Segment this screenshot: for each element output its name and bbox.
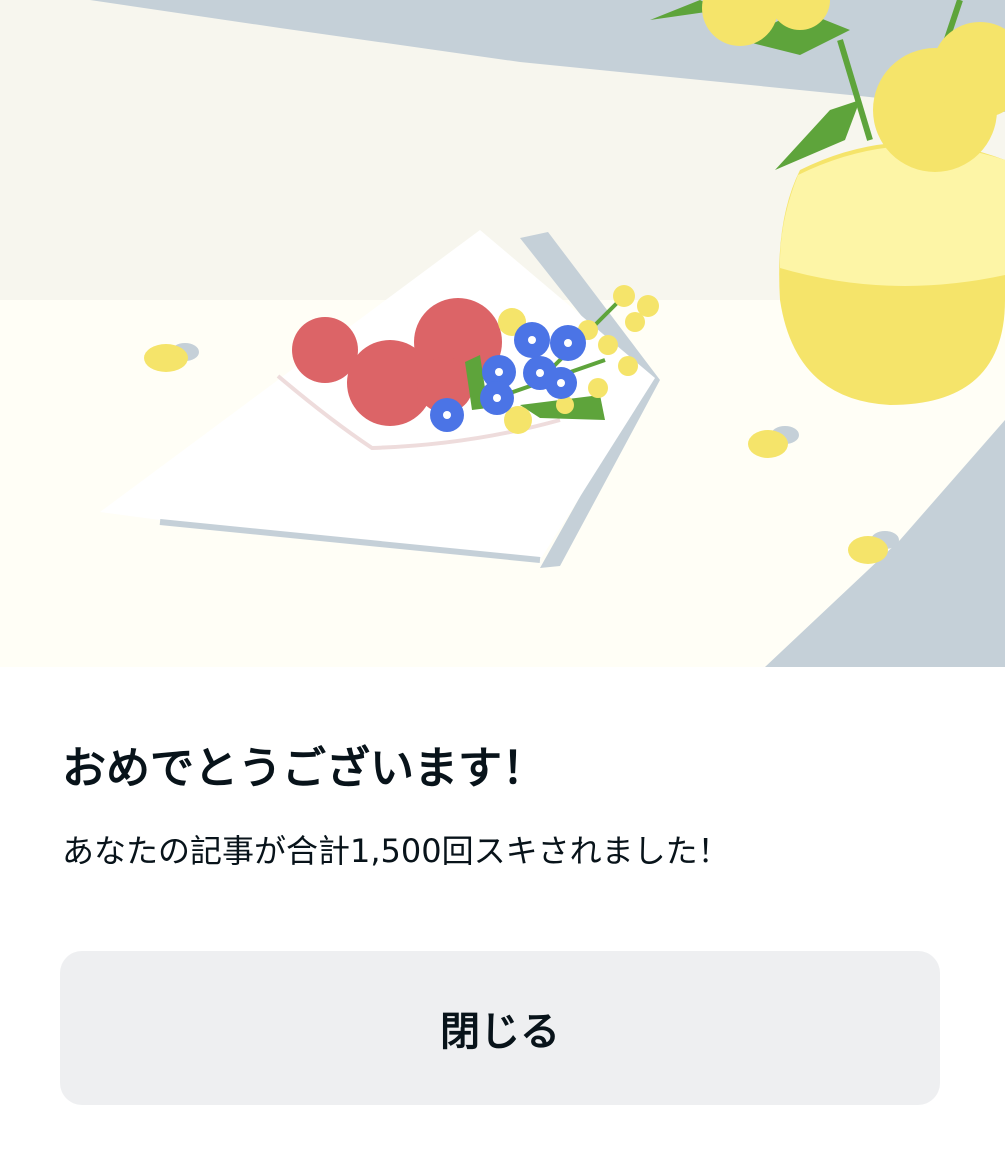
dialog-content: おめでとうございます！ あなたの記事が合計1,500回スキされました！ 閉じる xyxy=(0,667,1005,1152)
yellow-vase xyxy=(779,142,1005,405)
close-button[interactable]: 閉じる xyxy=(60,951,940,1105)
dialog-title: おめでとうございます！ xyxy=(62,743,546,794)
flower-illustration xyxy=(0,0,1005,667)
dialog-message: あなたの記事が合計1,500回スキされました！ xyxy=(62,832,730,870)
congratulations-dialog: おめでとうございます！ あなたの記事が合計1,500回スキされました！ 閉じる xyxy=(0,0,1005,1152)
